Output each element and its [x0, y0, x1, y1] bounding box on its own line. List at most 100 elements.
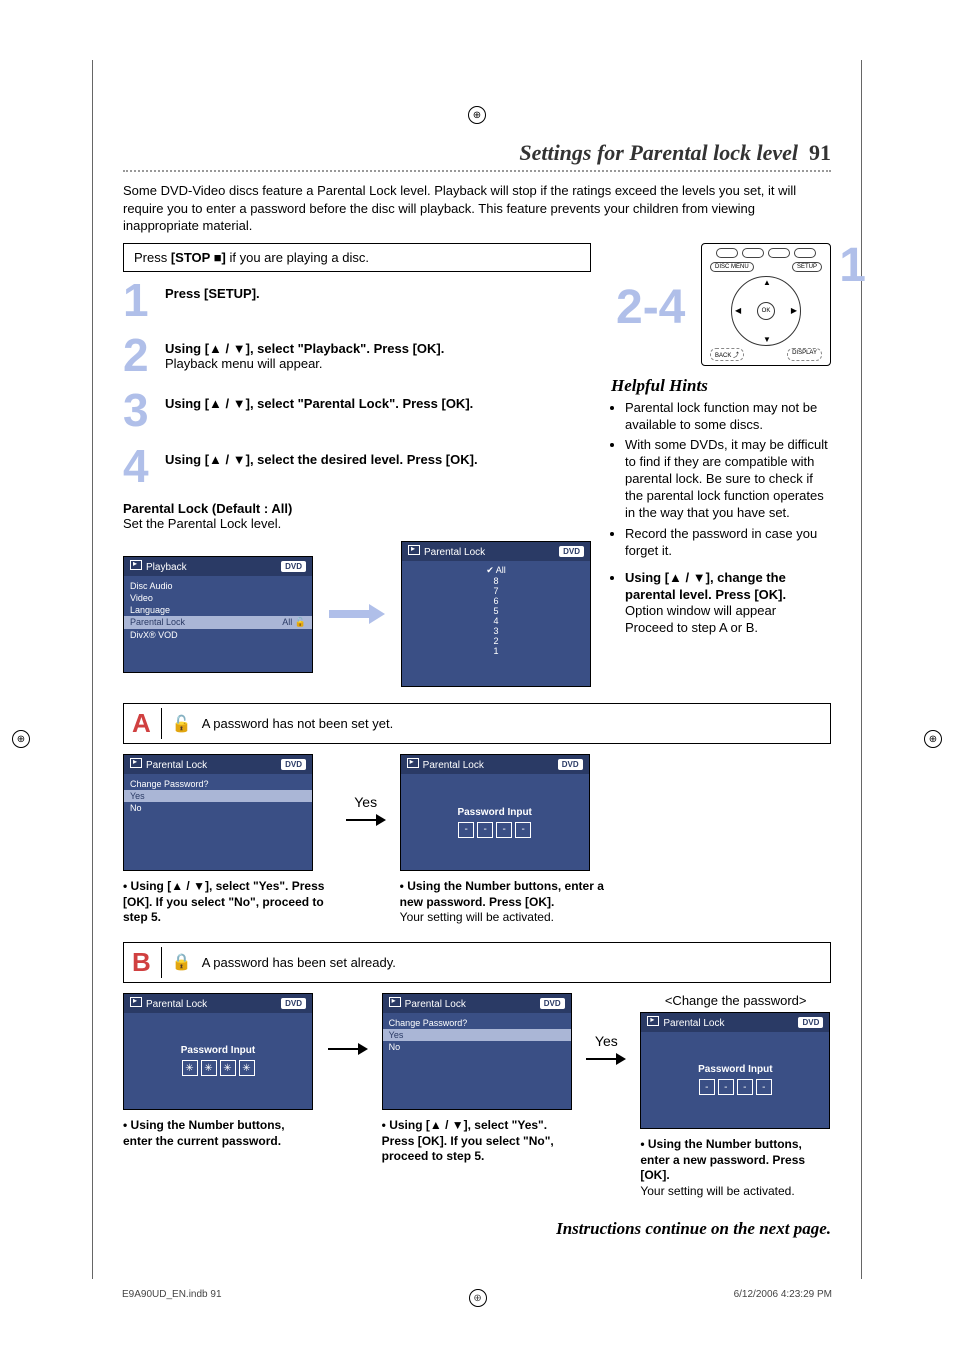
stop-instruction-box: Press [STOP ■] if you are playing a disc… [123, 243, 591, 272]
step-2-number: 2 [123, 335, 155, 376]
disc-menu-button: DISC MENU [710, 262, 754, 272]
pw-boxes: ---- [699, 1079, 772, 1095]
osd-password-input-b2: Parental Lock DVD Password Input ---- [640, 1012, 830, 1129]
hint-step: Using [▲ / ▼], change the parental level… [625, 570, 831, 638]
section-b-bar: B 🔒 A password has been set already. [123, 942, 831, 983]
hint-3: Record the password in case you forget i… [625, 526, 831, 560]
helpful-hints: Helpful Hints Parental lock function may… [611, 376, 831, 638]
hint-step-sub1: Option window will appear [625, 603, 776, 618]
yes-label-a: Yes [354, 794, 377, 810]
arrow-right-icon [329, 604, 385, 624]
dvd-badge: DVD [281, 759, 306, 770]
registration-mark-left [12, 730, 30, 748]
osd-playback-title: Playback [146, 562, 187, 573]
change-pw-yes: Yes [124, 790, 312, 802]
section-a-letter: A [132, 708, 162, 739]
hint-2: With some DVDs, it may be difficult to f… [625, 437, 831, 521]
osd-password-input-b1: Parental Lock DVD Password Input ✳✳✳✳ [123, 993, 313, 1110]
osd-row-video: Video [130, 592, 306, 604]
step-2: 2 Using [▲ / ▼], select "Playback". Pres… [123, 335, 591, 376]
stop-prefix: Press [134, 250, 171, 265]
level-1: 1 [408, 646, 584, 656]
page-number: 91 [809, 140, 831, 165]
change-pw-q: Change Password? [130, 778, 306, 790]
change-pw-no: No [130, 802, 306, 814]
title-text: Settings for Parental lock level [519, 140, 798, 165]
up-arrow-icon: ▲ [763, 278, 771, 287]
stop-button-label: [STOP ■] [171, 250, 226, 265]
stop-suffix: if you are playing a disc. [226, 250, 369, 265]
page-content: Settings for Parental lock level 91 Some… [92, 60, 862, 1279]
pw-input-label: Password Input [698, 1064, 772, 1075]
dvd-badge: DVD [559, 546, 584, 557]
level-7: 7 [408, 586, 584, 596]
pw-input-label: Password Input [457, 807, 531, 818]
section-b-text: A password has been set already. [202, 955, 396, 970]
section-b-letter: B [132, 947, 162, 978]
play-icon [130, 758, 142, 768]
down-arrow-icon: ▼ [763, 335, 771, 344]
dvd-badge: DVD [281, 998, 306, 1009]
change-password-heading: <Change the password> [640, 993, 831, 1008]
step-4-number: 4 [123, 446, 155, 487]
title-dotline [123, 170, 831, 172]
change-pw-yes: Yes [383, 1029, 571, 1041]
caption-b1: Using the Number buttons, enter the curr… [123, 1118, 314, 1149]
right-arrow-icon: ▶ [791, 306, 797, 315]
callout-2-4: 2-4 [616, 280, 685, 335]
remote-diagram: 1 2-4 DISC MENU SETUP OK ▲ ▼ ◀ ▶ [701, 243, 831, 366]
osd-playback-menu: Playback DVD Disc Audio Video Language P… [123, 556, 313, 673]
step-1-number: 1 [123, 280, 155, 321]
unlock-icon: 🔓 [172, 714, 192, 734]
pw-boxes: ✳✳✳✳ [182, 1060, 255, 1076]
level-8: 8 [408, 576, 584, 586]
dvd-badge: DVD [558, 759, 583, 770]
osd-row-disc-audio: Disc Audio [130, 580, 306, 592]
step-3-text: Using [▲ / ▼], select "Parental Lock". P… [165, 396, 473, 411]
step-2-text: Using [▲ / ▼], select "Playback". Press … [165, 341, 444, 356]
play-icon [389, 997, 401, 1007]
osd-row-divx: DivX® VOD [130, 629, 306, 641]
pw-boxes: ---- [458, 822, 531, 838]
lock-icon: 🔒 [172, 952, 192, 972]
setup-button: SETUP [792, 262, 822, 272]
section-a-text: A password has not been set yet. [202, 716, 394, 731]
level-2: 2 [408, 636, 584, 646]
caption-b2: Using [▲ / ▼], select "Yes". Press [OK].… [382, 1118, 573, 1165]
play-icon [407, 758, 419, 768]
dpad: OK ▲ ▼ ◀ ▶ [731, 276, 801, 346]
caption-a1: Using [▲ / ▼], select "Yes". Press [OK].… [123, 879, 332, 926]
continue-text: Instructions continue on the next page. [123, 1219, 831, 1239]
arrow-right-icon [586, 1053, 626, 1065]
step-2-sub: Playback menu will appear. [165, 356, 323, 371]
left-arrow-icon: ◀ [735, 306, 741, 315]
parental-lock-heading: Parental Lock (Default : All) [123, 501, 591, 516]
ok-button: OK [757, 302, 775, 320]
back-button: BACK ⤴ [710, 348, 744, 361]
osd-row-language: Language [130, 604, 306, 616]
change-pw-no: No [389, 1041, 565, 1053]
hint-1: Parental lock function may not be availa… [625, 400, 831, 434]
page-footer: E9A90UD_EN.indb 91 6/12/2006 4:23:29 PM [92, 1279, 862, 1337]
step-1: 1 Press [SETUP]. [123, 280, 591, 321]
level-all: All [408, 565, 584, 576]
hint-step-sub2: Proceed to step A or B. [625, 620, 758, 635]
caption-a2: Using the Number buttons, enter a new pa… [400, 879, 609, 926]
level-4: 4 [408, 616, 584, 626]
osd-levels-title: Parental Lock [424, 547, 485, 558]
change-pw-q: Change Password? [389, 1017, 565, 1029]
footer-right: 6/12/2006 4:23:29 PM [734, 1289, 832, 1307]
display-button: DISPLAY [787, 348, 822, 361]
section-a-bar: A 🔓 A password has not been set yet. [123, 703, 831, 744]
callout-1: 1 [839, 238, 866, 293]
unlock-icon: 🔓 [295, 617, 306, 627]
osd-levels-menu: Parental Lock DVD All 8 7 6 5 4 3 2 [401, 541, 591, 687]
arrow-right-icon [328, 1043, 368, 1055]
hints-heading: Helpful Hints [611, 376, 831, 396]
osd-change-password-b: Parental Lock DVD Change Password? Yes N… [382, 993, 572, 1110]
level-5: 5 [408, 606, 584, 616]
play-icon [130, 560, 142, 570]
step-3: 3 Using [▲ / ▼], select "Parental Lock".… [123, 390, 591, 431]
step-4: 4 Using [▲ / ▼], select the desired leve… [123, 446, 591, 487]
page-title: Settings for Parental lock level 91 [123, 140, 831, 166]
